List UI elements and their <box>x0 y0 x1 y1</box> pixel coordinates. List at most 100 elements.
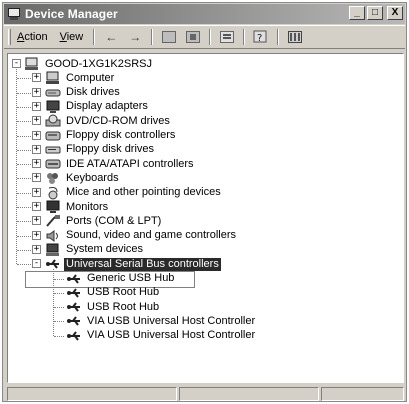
tree-category-label: Mice and other pointing devices <box>66 186 221 199</box>
show-hide-tree-button[interactable] <box>183 28 203 46</box>
floppy-drive-icon <box>45 143 61 157</box>
folder-up-icon <box>162 31 177 43</box>
menu-toolbar: Action View ← → ? <box>4 25 405 49</box>
tree-expander[interactable]: + <box>32 144 41 154</box>
tree-category-item[interactable]: Ports (COM & LPT) <box>45 214 163 228</box>
properties-icon <box>220 31 235 43</box>
tree-category-item[interactable]: Computer <box>45 71 116 85</box>
tree-expander[interactable]: + <box>32 73 41 83</box>
sound-icon <box>45 229 61 243</box>
tree-line <box>54 335 64 337</box>
system-device-icon <box>45 243 61 257</box>
tree-category-label: Disk drives <box>66 86 120 99</box>
title-bar[interactable]: Device Manager _ □ X <box>4 4 405 24</box>
tree-device-label: USB Root Hub <box>87 286 160 299</box>
cdrom-icon <box>45 114 61 128</box>
menu-view[interactable]: View <box>54 31 90 43</box>
usb-icon <box>66 314 82 328</box>
computer-icon <box>24 57 40 71</box>
tree-category-item[interactable]: System devices <box>45 243 145 257</box>
tree-node-root[interactable]: GOOD-1XG1K2SRSJ <box>24 57 154 71</box>
usb-icon <box>66 300 82 314</box>
tree-expander[interactable]: + <box>32 187 41 197</box>
tree-line <box>54 307 64 309</box>
status-panel <box>321 387 404 401</box>
close-button[interactable]: X <box>387 6 403 20</box>
display-adapter-icon <box>45 100 61 114</box>
forward-button[interactable]: → <box>125 28 145 46</box>
properties-button[interactable] <box>217 28 237 46</box>
tree-expander[interactable]: + <box>32 116 41 126</box>
tree-category-item[interactable]: Floppy disk controllers <box>45 129 177 143</box>
device-tree[interactable]: - GOOD-1XG1K2SRSJ + Computer + Disk drives + Di… <box>7 53 404 383</box>
console-tree-icon <box>186 31 201 43</box>
port-icon <box>45 214 61 228</box>
tree-category-label: Floppy disk controllers <box>66 129 176 141</box>
tree-expander[interactable]: + <box>32 216 41 226</box>
menu-action[interactable]: Action <box>11 31 54 43</box>
toolbar-separator <box>151 29 154 45</box>
tree-expander[interactable]: - <box>32 259 41 269</box>
floppy-controller-icon <box>45 129 61 143</box>
tree-expander[interactable]: + <box>32 130 41 140</box>
tree-device-item[interactable]: USB Root Hub <box>66 300 161 314</box>
minimize-button[interactable]: _ <box>349 6 365 20</box>
tree-category-label: Universal Serial Bus controllers <box>64 257 221 271</box>
tree-category-label: Computer <box>66 71 115 84</box>
device-manager-icon <box>7 7 21 21</box>
back-arrow-icon: ← <box>105 30 118 44</box>
tree-category-label: Floppy disk drives <box>66 143 155 156</box>
back-button[interactable]: ← <box>101 28 121 46</box>
device-manager-window: Device Manager _ □ X Action View ← → ? -… <box>2 2 407 402</box>
tree-expander[interactable]: + <box>32 87 41 97</box>
tree-category-item[interactable]: Floppy disk drives <box>45 143 156 157</box>
maximize-button[interactable]: □ <box>367 6 383 20</box>
tree-expander[interactable]: + <box>32 159 41 169</box>
tree-line <box>54 321 64 323</box>
tree-category-item[interactable]: Sound, video and game controllers <box>45 229 238 243</box>
scan-hardware-button[interactable] <box>285 28 305 46</box>
disk-drive-icon <box>45 86 61 100</box>
toolbar-separator <box>209 29 212 45</box>
usb-icon <box>66 286 82 300</box>
toolbar-separator <box>243 29 246 45</box>
tree-expander[interactable]: + <box>32 244 41 254</box>
tree-category-item[interactable]: Mice and other pointing devices <box>45 186 223 200</box>
tree-expander[interactable]: + <box>32 202 41 211</box>
tree-expander[interactable]: + <box>32 101 41 111</box>
keyboard-icon <box>45 171 61 185</box>
tree-category-item[interactable]: Disk drives <box>45 86 122 100</box>
ide-controller-icon <box>45 157 61 171</box>
scan-hardware-icon <box>288 31 303 43</box>
tree-device-item[interactable]: USB Root Hub <box>66 286 161 300</box>
tree-category-item[interactable]: Keyboards <box>45 171 121 185</box>
tree-device-item[interactable]: VIA USB Universal Host Controller <box>66 314 257 328</box>
tree-category-label: Ports (COM & LPT) <box>66 214 162 227</box>
up-one-level-button[interactable] <box>159 28 179 46</box>
status-bar <box>7 387 404 401</box>
tree-category-label: System devices <box>66 243 144 256</box>
tree-expander[interactable]: + <box>32 230 41 240</box>
tree-device-label: USB Root Hub <box>87 300 160 313</box>
status-panel <box>179 387 319 401</box>
tree-node-label: GOOD-1XG1K2SRSJ <box>45 57 152 70</box>
computer-icon <box>45 71 61 85</box>
tree-category-item[interactable]: DVD/CD-ROM drives <box>45 114 172 128</box>
tree-category-item[interactable]: Monitors <box>45 200 110 214</box>
tree-category-label: Display adapters <box>66 100 148 113</box>
window-title: Device Manager <box>25 7 118 21</box>
help-button[interactable]: ? <box>251 28 271 46</box>
tree-category-label: Monitors <box>66 200 109 213</box>
help-icon: ? <box>253 30 267 44</box>
mouse-icon <box>45 186 61 200</box>
toolbar-separator <box>93 29 96 45</box>
tree-expander[interactable]: + <box>32 173 41 183</box>
tree-category-item[interactable]: Display adapters <box>45 100 150 114</box>
usb-icon <box>66 329 82 343</box>
tree-collapse-root[interactable]: - <box>12 59 21 68</box>
forward-arrow-icon: → <box>129 30 142 44</box>
tree-category-label: IDE ATA/ATAPI controllers <box>66 157 194 170</box>
tree-category-item[interactable]: IDE ATA/ATAPI controllers <box>45 157 196 171</box>
tree-category-item[interactable]: Universal Serial Bus controllers <box>45 257 221 271</box>
tree-device-item[interactable]: VIA USB Universal Host Controller <box>66 329 257 343</box>
